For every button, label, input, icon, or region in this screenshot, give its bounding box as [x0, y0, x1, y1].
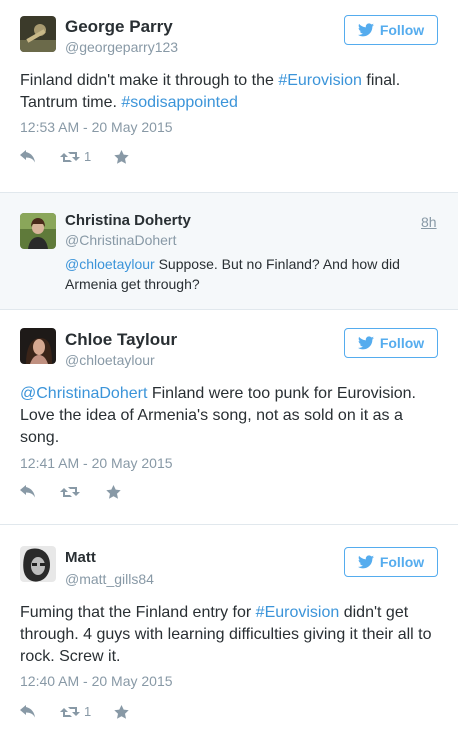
user-handle[interactable]: @ChristinaDohert [65, 232, 176, 248]
reply-icon [20, 485, 35, 498]
user-name[interactable]: Christina Doherty [65, 212, 191, 229]
favorite-button[interactable] [114, 149, 129, 164]
follow-button[interactable]: Follow [344, 15, 438, 45]
favorite-button[interactable] [114, 704, 129, 719]
avatar[interactable] [20, 328, 56, 364]
mention-link[interactable]: @chloetaylour [65, 256, 155, 272]
tweet-timestamp[interactable]: 12:40 AM - 20 May 2015 [20, 673, 173, 689]
reply-icon [20, 149, 35, 162]
star-icon [106, 485, 121, 499]
avatar[interactable] [20, 546, 56, 582]
avatar[interactable] [20, 16, 56, 52]
follow-label: Follow [379, 22, 425, 38]
retweet-icon [60, 706, 80, 717]
user-name[interactable]: Matt [65, 549, 96, 566]
reply-button[interactable] [20, 485, 60, 499]
reply-button[interactable] [20, 704, 60, 719]
hashtag-link[interactable]: #Eurovision [256, 604, 340, 621]
follow-button[interactable]: Follow [344, 547, 438, 577]
tweet-actions [20, 485, 121, 499]
tweet-chloe: Chloe Taylour @chloetaylour Follow @Chri… [0, 312, 458, 516]
tweet-text: Finland didn't make it through to the #E… [20, 72, 401, 111]
tweet-text: @ChristinaDohert Finland were too punk f… [20, 385, 416, 446]
tweet-matt: Matt @matt_gills84 Follow Fuming that th… [0, 532, 458, 732]
tweet-age[interactable]: 8h [421, 214, 437, 230]
star-icon [114, 149, 129, 164]
retweet-icon [60, 151, 80, 162]
follow-button[interactable]: Follow [344, 328, 438, 358]
retweet-button[interactable] [60, 485, 106, 499]
tweet-christina: Christina Doherty @ChristinaDohert 8h @c… [0, 192, 458, 310]
reply-icon [20, 704, 35, 717]
retweet-button[interactable]: 1 [60, 704, 114, 719]
tweet-actions: 1 [20, 149, 129, 164]
follow-label: Follow [379, 335, 425, 351]
favorite-button[interactable] [106, 485, 121, 499]
avatar[interactable] [20, 213, 56, 249]
reply-button[interactable] [20, 149, 60, 164]
user-handle[interactable]: @chloetaylour [65, 352, 155, 368]
twitter-bird-icon [357, 555, 374, 569]
tweet-timestamp[interactable]: 12:41 AM - 20 May 2015 [20, 455, 173, 471]
user-name[interactable]: George Parry [65, 17, 173, 37]
tweet-george: George Parry @georgeparry123 Follow Finl… [0, 0, 458, 186]
tweet-text: Fuming that the Finland entry for #Eurov… [20, 604, 432, 665]
twitter-bird-icon [357, 336, 374, 350]
hashtag-link[interactable]: #sodisappointed [121, 94, 238, 111]
tweet-actions: 1 [20, 704, 129, 719]
tweet-timestamp[interactable]: 12:53 AM - 20 May 2015 [20, 119, 173, 135]
user-name[interactable]: Chloe Taylour [65, 330, 177, 350]
retweet-count: 1 [84, 149, 92, 164]
retweet-button[interactable]: 1 [60, 149, 114, 164]
user-handle[interactable]: @georgeparry123 [65, 39, 178, 55]
divider [0, 524, 458, 525]
tweet-text: @chloetaylour Suppose. But no Finland? A… [65, 256, 400, 292]
follow-label: Follow [379, 554, 425, 570]
twitter-bird-icon [357, 23, 374, 37]
hashtag-link[interactable]: #Eurovision [278, 72, 362, 89]
star-icon [114, 704, 129, 719]
retweet-count: 1 [84, 704, 92, 719]
retweet-icon [60, 487, 80, 497]
mention-link[interactable]: @ChristinaDohert [20, 385, 147, 402]
user-handle[interactable]: @matt_gills84 [65, 571, 154, 587]
